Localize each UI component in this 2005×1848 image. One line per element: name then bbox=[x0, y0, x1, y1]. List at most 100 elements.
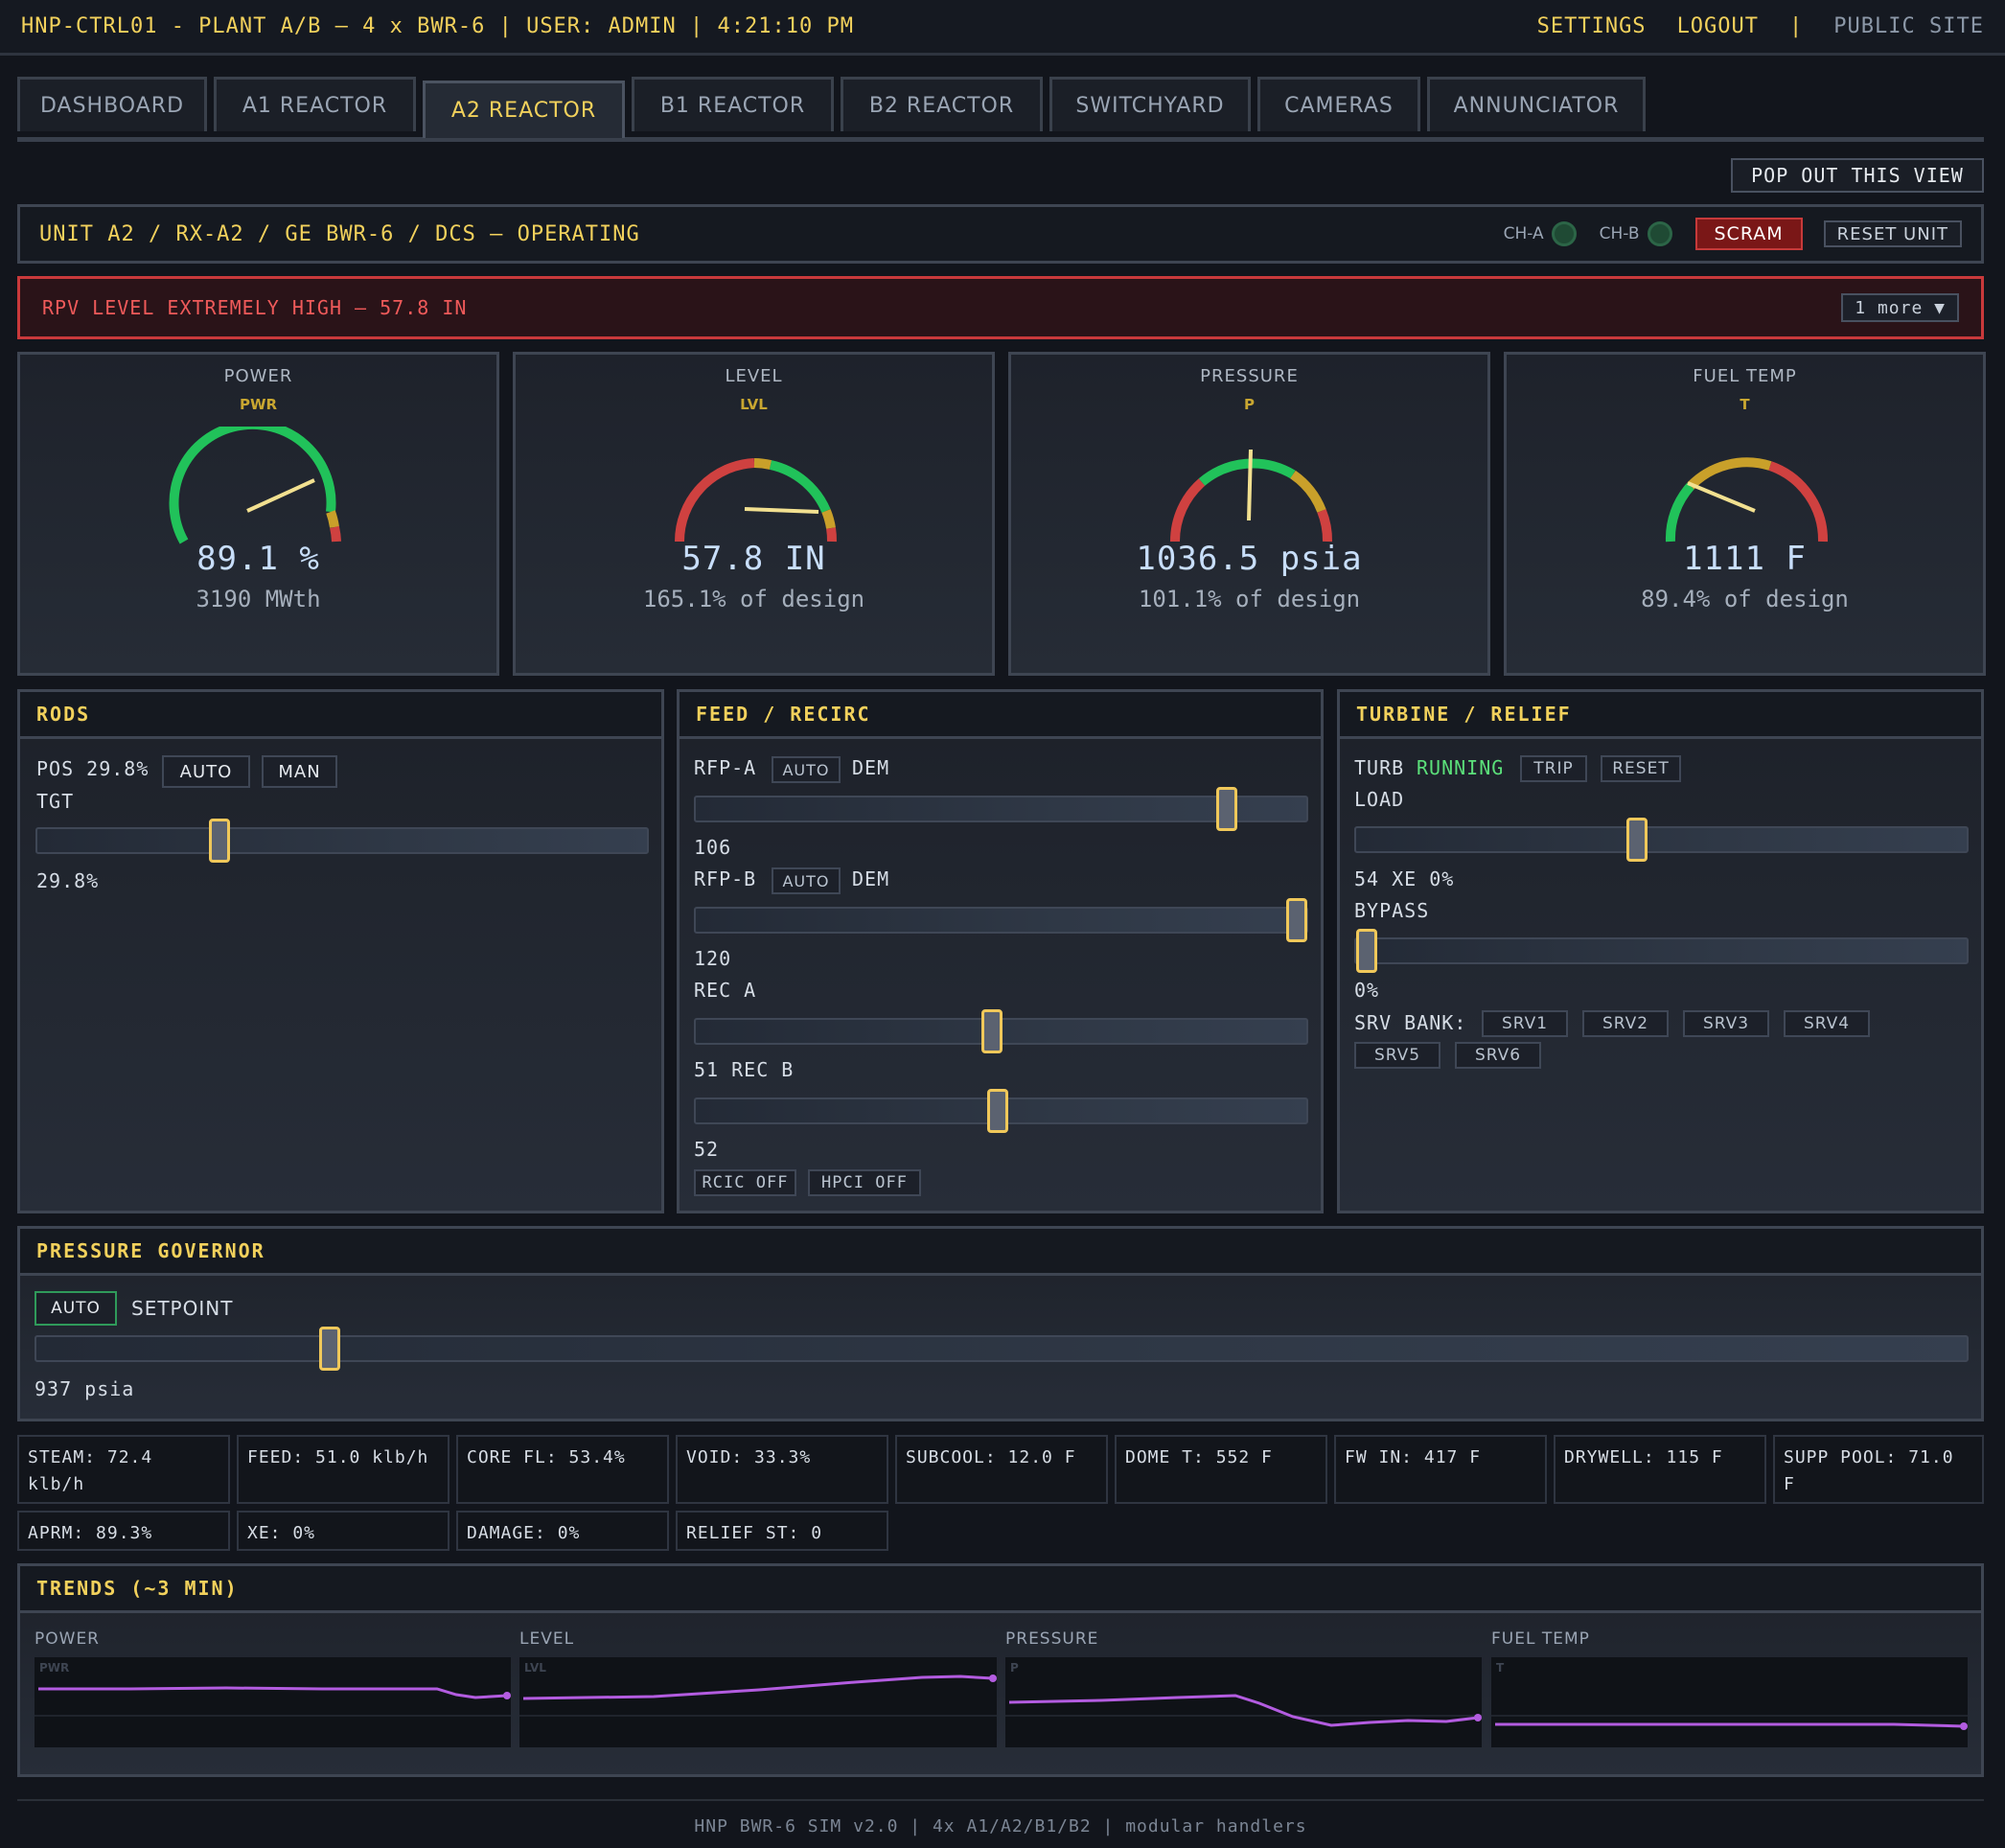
stat-damage: DAMAGE: 0% bbox=[456, 1511, 669, 1551]
recirc-a-slider[interactable] bbox=[694, 1009, 1308, 1053]
load-label: LOAD bbox=[1354, 788, 1405, 811]
stat-steam: STEAM: 72.4 klb/h bbox=[17, 1435, 230, 1504]
panel-header: RODS bbox=[20, 692, 661, 739]
slider-thumb[interactable] bbox=[208, 819, 230, 863]
dial-zone-red bbox=[674, 458, 754, 543]
dial-zone-yellow bbox=[1686, 457, 1771, 490]
slider-thumb[interactable] bbox=[1626, 818, 1648, 862]
srv-bank-label: SRV BANK: bbox=[1354, 1011, 1467, 1034]
rfp-b-slider[interactable] bbox=[694, 898, 1308, 942]
top-links: SETTINGS LOGOUT | PUBLIC SITE bbox=[1537, 14, 1984, 38]
tab-dashboard[interactable]: DASHBOARD bbox=[17, 77, 207, 131]
srv3-button[interactable]: SRV3 bbox=[1683, 1010, 1769, 1037]
bypass-value: 0% bbox=[1354, 979, 1380, 1002]
rod-target-slider[interactable] bbox=[35, 819, 649, 863]
srv1-button[interactable]: SRV1 bbox=[1482, 1010, 1568, 1037]
slider-thumb[interactable] bbox=[1286, 898, 1308, 942]
recirc-a-value-b-label: 51 REC B bbox=[694, 1058, 795, 1081]
unit-status-bar: UNIT A2 / RX-A2 / GE BWR-6 / DCS — OPERA… bbox=[17, 204, 1984, 264]
dial-zone-green bbox=[1665, 482, 1694, 543]
gauge-value: 1111 F bbox=[1683, 540, 1807, 578]
recirc-a-label: REC A bbox=[694, 979, 757, 1002]
rods-manual-button[interactable]: MAN bbox=[262, 755, 337, 788]
dial-needle bbox=[1686, 481, 1756, 513]
slider-thumb[interactable] bbox=[980, 1009, 1002, 1053]
reset-unit-button[interactable]: RESET UNIT bbox=[1823, 220, 1962, 247]
rfp-a-dem-label: DEM bbox=[852, 756, 890, 779]
more-alarms-dropdown[interactable]: 1 more ▼ bbox=[1841, 293, 1959, 322]
turbine-reset-button[interactable]: RESET bbox=[1601, 755, 1681, 782]
tab-annunciator[interactable]: ANNUNCIATOR bbox=[1427, 77, 1646, 131]
slider-thumb[interactable] bbox=[1356, 929, 1377, 973]
trend-label-fuel-temp: FUEL TEMP bbox=[1491, 1629, 1590, 1649]
stat-feed: FEED: 51.0 klb/h bbox=[237, 1435, 449, 1504]
srv4-button[interactable]: SRV4 bbox=[1784, 1010, 1870, 1037]
public-site-link[interactable]: PUBLIC SITE bbox=[1833, 14, 1984, 38]
rfp-b-dem-label: DEM bbox=[852, 867, 890, 890]
bypass-label: BYPASS bbox=[1354, 899, 1430, 922]
srv2-button[interactable]: SRV2 bbox=[1582, 1010, 1669, 1037]
trend-endpoint bbox=[1474, 1714, 1482, 1721]
tab-a1-reactor[interactable]: A1 REACTOR bbox=[214, 77, 416, 131]
settings-link[interactable]: SETTINGS bbox=[1537, 14, 1647, 38]
trend-svg bbox=[1491, 1715, 1968, 1730]
srv6-button[interactable]: SRV6 bbox=[1455, 1042, 1541, 1069]
top-bar: HNP-CTRL01 - PLANT A/B — 4 x BWR-6 | USE… bbox=[0, 0, 2005, 56]
rfp-a-value: 106 bbox=[694, 836, 732, 859]
dial-zone-red bbox=[329, 525, 341, 543]
srv5-button[interactable]: SRV5 bbox=[1354, 1042, 1440, 1069]
gauge-name: PRESSURE bbox=[1200, 366, 1299, 386]
pressure-dial bbox=[1169, 449, 1332, 543]
app-title: HNP-CTRL01 - PLANT A/B — 4 x BWR-6 | USE… bbox=[21, 14, 854, 38]
trend-line bbox=[1008, 1694, 1479, 1727]
rods-panel: RODS POS 29.8% AUTO MAN TGT 29.8% bbox=[17, 689, 664, 1213]
recirc-b-slider[interactable] bbox=[694, 1089, 1308, 1133]
gauge-subvalue: 89.4% of design bbox=[1641, 586, 1849, 612]
rfp-b-auto-button[interactable]: AUTO bbox=[772, 867, 841, 894]
tab-cameras[interactable]: CAMERAS bbox=[1257, 77, 1420, 131]
rcic-button[interactable]: RCIC OFF bbox=[694, 1169, 796, 1196]
setpoint-slider[interactable] bbox=[35, 1327, 1969, 1371]
pop-out-button[interactable]: POP OUT THIS VIEW bbox=[1731, 158, 1984, 193]
stat-aprm: APRM: 89.3% bbox=[17, 1511, 230, 1551]
slider-thumb[interactable] bbox=[987, 1089, 1009, 1133]
fuel-temp-gauge: FUEL TEMP T 1111 F 89.4% of design bbox=[1504, 352, 1986, 676]
trend-abbr: LVL bbox=[524, 1661, 546, 1675]
pressure-governor-panel: PRESSURE GOVERNOR AUTO SETPOINT 937 psia bbox=[17, 1226, 1984, 1421]
bypass-slider[interactable] bbox=[1354, 929, 1969, 973]
trend-line bbox=[1495, 1722, 1965, 1728]
stat-dome-temp: DOME T: 552 F bbox=[1115, 1435, 1327, 1504]
trend-plot-pressure: P bbox=[1005, 1657, 1482, 1747]
governor-auto-button[interactable]: AUTO bbox=[35, 1291, 117, 1326]
tab-b1-reactor[interactable]: B1 REACTOR bbox=[632, 77, 834, 131]
tab-switchyard[interactable]: SWITCHYARD bbox=[1049, 77, 1251, 131]
trend-label-pressure: PRESSURE bbox=[1005, 1629, 1099, 1649]
channel-a-indicator bbox=[1551, 221, 1577, 246]
turbine-trip-button[interactable]: TRIP bbox=[1520, 755, 1587, 782]
channel-b-label: CH-B bbox=[1599, 224, 1640, 243]
gauge-subvalue: 3190 MWth bbox=[196, 586, 321, 612]
scram-button[interactable]: SCRAM bbox=[1694, 218, 1803, 250]
hpci-button[interactable]: HPCI OFF bbox=[808, 1169, 921, 1196]
gauge-value: 57.8 IN bbox=[681, 540, 826, 578]
rfp-a-auto-button[interactable]: AUTO bbox=[772, 756, 841, 783]
stat-fw-inlet: FW IN: 417 F bbox=[1334, 1435, 1547, 1504]
alarm-banner: RPV LEVEL EXTREMELY HIGH — 57.8 IN 1 mor… bbox=[17, 276, 1984, 339]
gauge-value: 89.1 % bbox=[196, 540, 320, 578]
stat-supp-pool: SUPP POOL: 71.0 F bbox=[1773, 1435, 1984, 1504]
stat-void: VOID: 33.3% bbox=[676, 1435, 888, 1504]
load-slider[interactable] bbox=[1354, 818, 1969, 862]
tab-b2-reactor[interactable]: B2 REACTOR bbox=[841, 77, 1043, 131]
slider-thumb[interactable] bbox=[1216, 787, 1238, 831]
rfp-a-slider[interactable] bbox=[694, 787, 1308, 831]
footer: HNP BWR-6 SIM v2.0 | 4x A1/A2/B1/B2 | mo… bbox=[17, 1799, 1984, 1847]
dial-needle bbox=[744, 507, 818, 514]
setpoint-label: SETPOINT bbox=[131, 1297, 234, 1320]
stat-relief-state: RELIEF ST: 0 bbox=[676, 1511, 888, 1551]
slider-thumb[interactable] bbox=[319, 1327, 341, 1371]
rods-auto-button[interactable]: AUTO bbox=[162, 755, 250, 788]
logout-link[interactable]: LOGOUT bbox=[1677, 14, 1759, 38]
dial-zone-red bbox=[825, 527, 837, 543]
fuel-temp-dial bbox=[1665, 457, 1828, 543]
tab-a2-reactor[interactable]: A2 REACTOR bbox=[423, 81, 625, 138]
